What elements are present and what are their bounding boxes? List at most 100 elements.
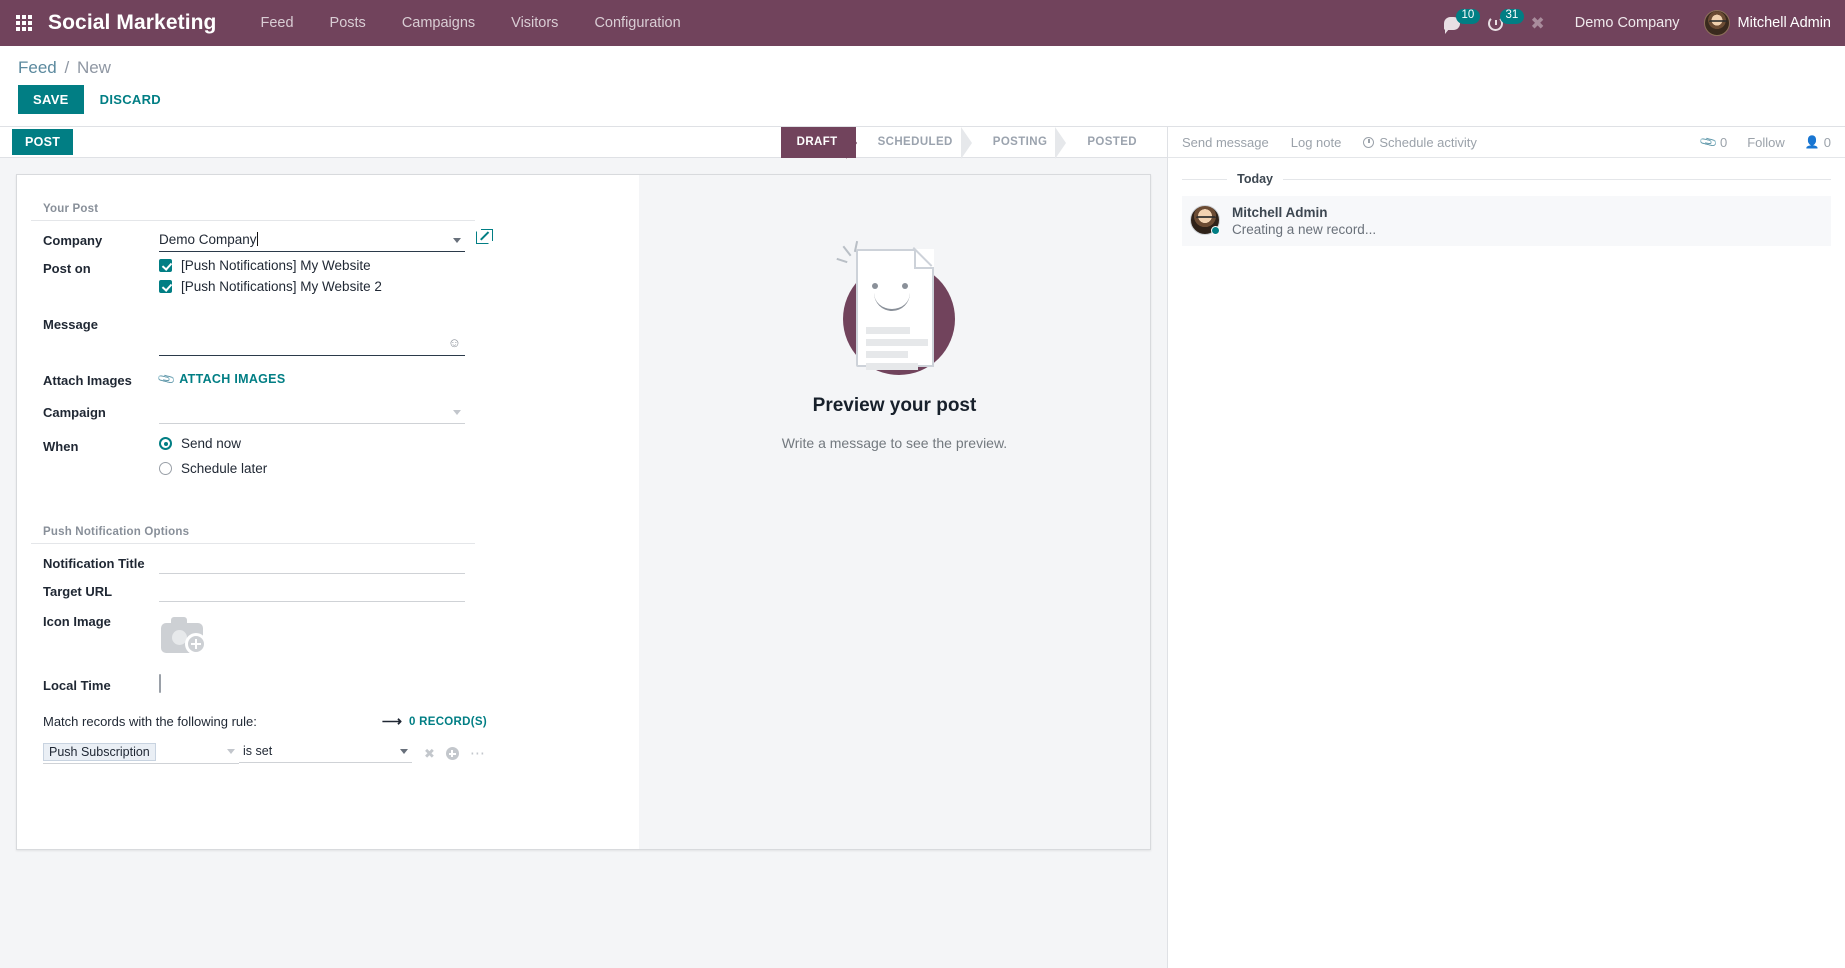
form-view: POST DRAFT SCHEDULED POSTING POSTED Your… [0, 127, 1168, 968]
group-title-your-post: Your Post [31, 203, 475, 221]
ellipsis-icon[interactable]: ⋯ [470, 746, 486, 760]
label-post-on: Post on [43, 261, 91, 276]
clock-icon [1363, 136, 1375, 148]
label-local-time: Local Time [43, 678, 111, 693]
activity-menu-button[interactable]: 31 [1474, 0, 1525, 46]
post-on-label-1: [Push Notifications] My Website [181, 258, 371, 273]
user-menu-label: Mitchell Admin [1737, 15, 1831, 31]
discard-button[interactable]: DISCARD [90, 85, 171, 114]
domain-editor: Match records with the following rule: ⟶… [31, 713, 617, 764]
message-content: Mitchell Admin Creating a new record... [1232, 205, 1376, 237]
field-row-campaign: Campaign [31, 402, 617, 426]
user-menu-button[interactable]: Mitchell Admin [1696, 10, 1831, 36]
label-target-url: Target URL [43, 584, 113, 599]
schedule-activity-button[interactable]: Schedule activity [1363, 135, 1477, 150]
plus-circle-icon[interactable] [445, 747, 459, 760]
rule-field-select[interactable]: Push Subscription [43, 743, 239, 764]
rule-action-icons: ✖ ⋯ [424, 746, 486, 762]
follow-button[interactable]: Follow [1747, 135, 1785, 150]
label-icon-image: Icon Image [43, 614, 111, 629]
domain-description: Match records with the following rule: [43, 714, 257, 729]
when-option-send-now[interactable]: Send now [159, 436, 465, 451]
chevron-down-icon[interactable] [227, 749, 235, 754]
domain-header: Match records with the following rule: ⟶… [43, 713, 487, 730]
field-row-when: When Send now Schedule later [31, 436, 617, 486]
statusbar-row: POST DRAFT SCHEDULED POSTING POSTED [0, 127, 1167, 159]
followers-count: 0 [1823, 134, 1831, 150]
records-count-link[interactable]: 0 RECORD(S) [409, 716, 487, 728]
attach-images-button[interactable]: 📎 ATTACH IMAGES [156, 369, 286, 389]
debug-menu-button[interactable]: ✖ [1517, 0, 1559, 46]
save-button[interactable]: SAVE [18, 85, 84, 114]
wrench-icon: ✖ [1530, 13, 1545, 33]
messaging-menu-button[interactable]: 10 [1430, 0, 1481, 46]
when-option-schedule-later[interactable]: Schedule later [159, 461, 465, 476]
field-notification-title-wrapper [159, 553, 465, 574]
post-on-label-2: [Push Notifications] My Website 2 [181, 279, 382, 294]
chevron-down-icon[interactable] [453, 238, 461, 243]
radio-send-now[interactable] [159, 437, 172, 450]
menu-item-posts[interactable]: Posts [312, 0, 384, 46]
company-switcher[interactable]: Demo Company [1559, 15, 1696, 31]
field-message-wrapper: ☺ [159, 314, 465, 356]
sheet-wrapper: Your Post Company Demo Company Post on [… [0, 158, 1167, 968]
rule-field-value: Push Subscription [43, 743, 156, 761]
post-on-option[interactable]: [Push Notifications] My Website 2 [159, 279, 465, 294]
statusbar: DRAFT SCHEDULED POSTING POSTED [780, 127, 1155, 159]
checkbox-my-website[interactable] [159, 259, 172, 272]
external-link-icon[interactable] [476, 229, 493, 244]
breadcrumb: Feed / New [18, 46, 1827, 80]
user-avatar [1703, 10, 1730, 36]
target-url-input[interactable] [159, 581, 465, 602]
schedule-activity-label: Schedule activity [1379, 134, 1477, 150]
chevron-down-icon[interactable] [453, 410, 461, 415]
field-post-on-wrapper: [Push Notifications] My Website [Push No… [159, 258, 465, 300]
app-brand-title[interactable]: Social Marketing [48, 11, 216, 35]
chevron-down-icon[interactable] [400, 749, 408, 754]
checkbox-local-time[interactable] [159, 674, 161, 693]
send-message-button[interactable]: Send message [1182, 135, 1269, 150]
close-icon[interactable]: ✖ [424, 746, 435, 762]
post-preview-pane: Preview your post Write a message to see… [639, 175, 1150, 849]
top-navbar: Social Marketing Feed Posts Campaigns Vi… [0, 0, 1845, 46]
followers-button[interactable]: 👤 0 [1805, 135, 1831, 150]
field-row-notification-title: Notification Title [31, 553, 617, 577]
navbar-systray: 10 31 ✖ Demo Company Mitchell Admin [1430, 0, 1845, 46]
field-local-time-wrapper [159, 674, 465, 693]
menu-item-configuration[interactable]: Configuration [576, 0, 698, 46]
stage-scheduled[interactable]: SCHEDULED [856, 127, 972, 159]
field-when-wrapper: Send now Schedule later [159, 436, 465, 486]
campaign-input[interactable] [159, 402, 465, 424]
field-company-wrapper: Demo Company [159, 229, 493, 252]
radio-schedule-later[interactable] [159, 462, 172, 475]
post-button[interactable]: POST [12, 129, 74, 155]
main-content: POST DRAFT SCHEDULED POSTING POSTED Your… [0, 127, 1845, 968]
domain-rule-row: Push Subscription is set ✖ ⋯ [43, 743, 617, 764]
rule-operator-value: is set [243, 744, 273, 758]
message-input[interactable] [159, 326, 465, 356]
stage-posted[interactable]: POSTED [1065, 127, 1155, 158]
menu-item-visitors[interactable]: Visitors [493, 0, 576, 46]
company-input[interactable]: Demo Company [159, 230, 465, 252]
field-attach-images-wrapper: 📎 ATTACH IMAGES [156, 369, 465, 389]
post-on-option[interactable]: [Push Notifications] My Website [159, 258, 465, 273]
field-row-message: Message ☺ [31, 314, 617, 356]
rule-operator-select[interactable]: is set [239, 744, 412, 763]
smiley-icon[interactable]: ☺ [448, 336, 461, 349]
attachments-button[interactable]: 📎 0 [1698, 132, 1727, 152]
breadcrumb-item-feed[interactable]: Feed [18, 58, 57, 77]
stage-posting[interactable]: POSTING [971, 127, 1066, 159]
apps-menu-button[interactable] [0, 0, 48, 46]
arrow-right-icon: ⟶ [381, 713, 402, 729]
field-icon-image-wrapper [159, 611, 465, 659]
camera-add-icon[interactable] [159, 613, 215, 659]
menu-item-feed[interactable]: Feed [242, 0, 311, 46]
chatter-panel: Send message Log note Schedule activity … [1168, 127, 1845, 968]
day-separator: Today [1182, 158, 1831, 196]
notification-title-input[interactable] [159, 553, 465, 574]
checkbox-my-website-2[interactable] [159, 280, 172, 293]
log-note-button[interactable]: Log note [1291, 135, 1342, 150]
stage-draft[interactable]: DRAFT [780, 127, 857, 159]
menu-item-campaigns[interactable]: Campaigns [384, 0, 493, 46]
attach-images-label: ATTACH IMAGES [179, 372, 286, 386]
